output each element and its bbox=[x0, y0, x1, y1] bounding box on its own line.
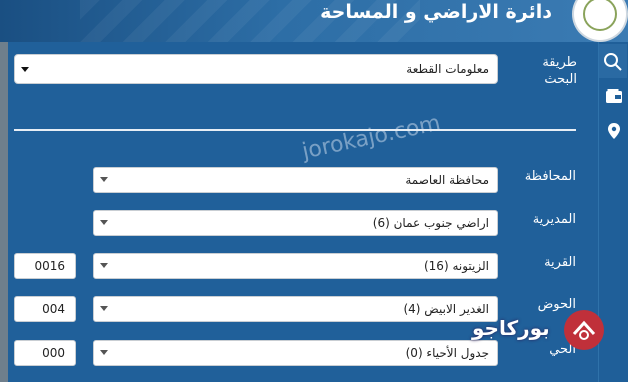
neighborhood-select[interactable]: جدول الأحياء (0) bbox=[93, 340, 498, 366]
wallet-icon[interactable] bbox=[605, 88, 623, 104]
department-logo bbox=[574, 0, 626, 40]
page-title: دائرة الاراضي و المساحة bbox=[320, 1, 552, 23]
village-select[interactable]: الزيتونه (16) bbox=[93, 253, 498, 279]
brand-logo bbox=[564, 310, 604, 350]
search-method-value: معلومات القطعة bbox=[406, 62, 489, 76]
search-method-label: طريقة البحث bbox=[542, 55, 577, 87]
app-header: دائرة الاراضي و المساحة bbox=[0, 0, 628, 42]
directorate-select[interactable]: اراضي جنوب عمان (6) bbox=[93, 210, 498, 236]
brand-watermark: بوركاجو bbox=[472, 308, 612, 352]
chevron-down-icon bbox=[21, 67, 29, 72]
section-divider bbox=[14, 129, 576, 131]
chevron-down-icon bbox=[100, 306, 108, 311]
toolbar-search-button[interactable] bbox=[599, 44, 627, 78]
left-edge-strip bbox=[0, 42, 8, 382]
village-value: الزيتونه (16) bbox=[423, 259, 489, 273]
logo-emblem bbox=[583, 0, 617, 31]
chevron-down-icon bbox=[100, 177, 108, 182]
house-icon bbox=[572, 320, 596, 340]
basin-select[interactable]: الغدير الابيض (4) bbox=[93, 296, 498, 322]
search-method-select[interactable]: معلومات القطعة bbox=[14, 54, 498, 84]
directorate-value: اراضي جنوب عمان (6) bbox=[372, 216, 489, 230]
brand-text: بوركاجو bbox=[472, 316, 550, 340]
basin-code-value: 004 bbox=[42, 302, 65, 316]
village-label: القرية bbox=[544, 255, 576, 270]
search-icon bbox=[604, 53, 622, 71]
chevron-down-icon bbox=[100, 350, 108, 355]
location-pin-icon[interactable] bbox=[607, 122, 621, 140]
governorate-value: محافظة العاصمة bbox=[405, 173, 489, 187]
directorate-label: المديرية bbox=[532, 212, 576, 227]
chevron-down-icon bbox=[100, 263, 108, 268]
governorate-label: المحافظة bbox=[524, 169, 576, 184]
neighborhood-code-value: 000 bbox=[42, 346, 65, 360]
village-code-input[interactable]: 0016 bbox=[14, 253, 76, 279]
chevron-down-icon bbox=[100, 220, 108, 225]
village-code-value: 0016 bbox=[34, 259, 65, 273]
neighborhood-code-input[interactable]: 000 bbox=[14, 340, 76, 366]
basin-code-input[interactable]: 004 bbox=[14, 296, 76, 322]
governorate-select[interactable]: محافظة العاصمة bbox=[93, 167, 498, 193]
